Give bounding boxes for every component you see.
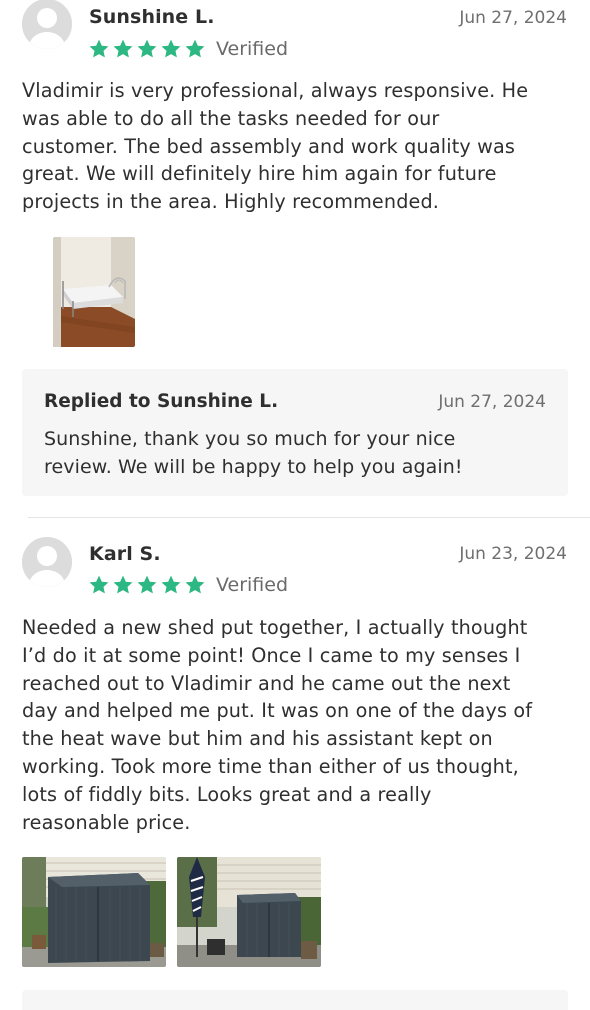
star-icon — [113, 39, 133, 58]
review-text-line: I’d do it at some point! Once I came to … — [22, 643, 521, 667]
review-text-line: great. We will definitely hire him again… — [22, 162, 497, 186]
review-text: Needed a new shed put together, I actual… — [22, 614, 582, 836]
review-text-line: Vladimir is very professional, always re… — [22, 79, 529, 102]
reply-title: Replied to Sunshine L. — [44, 391, 279, 412]
verified-badge: Verified — [216, 38, 289, 60]
review-text-line: reasonable price. — [22, 810, 191, 834]
star-icon — [185, 39, 205, 58]
review-text-line: customer. The bed assembly and work qual… — [22, 134, 516, 158]
star-icon — [89, 575, 109, 594]
review-text-line: day and helped me put. It was on one of … — [22, 699, 533, 723]
reviewer-name: Karl S. — [89, 543, 161, 565]
reply-text: Sunshine, thank you so much for your nic… — [44, 426, 544, 481]
user-avatar-icon[interactable] — [22, 537, 72, 587]
star-icon — [113, 575, 133, 594]
star-icon — [137, 39, 157, 58]
reply-text-line: review. We will be happy to help you aga… — [44, 455, 463, 478]
star-icon — [137, 575, 157, 594]
review-date: Jun 27, 2024 — [459, 8, 567, 28]
review-text-line: Needed a new shed put together, I actual… — [22, 616, 528, 639]
verified-badge: Verified — [216, 574, 289, 596]
owner-reply — [22, 990, 568, 1010]
review-text-line: the heat wave but him and his assistant … — [22, 727, 493, 751]
review-text-line: lots of fiddly bits. Looks great and a r… — [22, 782, 432, 806]
star-icon — [161, 39, 181, 58]
star-icon — [89, 39, 109, 58]
review-text-line: was able to do all the tasks needed for … — [22, 106, 440, 130]
review-text-line: working. Took more time than either of u… — [22, 754, 519, 778]
owner-reply: Replied to Sunshine L. Jun 27, 2024 Suns… — [22, 369, 568, 496]
user-avatar-icon[interactable] — [22, 0, 72, 49]
reply-date: Jun 27, 2024 — [438, 392, 546, 412]
star-rating: Verified — [88, 38, 288, 60]
star-rating: Verified — [88, 574, 288, 596]
review-divider — [28, 517, 590, 518]
reviewer-name: Sunshine L. — [89, 6, 215, 28]
review-photo-shed[interactable] — [22, 857, 166, 967]
review-card: Karl S. Jun 23, 2024 Verified Needed a n… — [0, 536, 590, 1004]
star-icon — [161, 575, 181, 594]
review-text-line: projects in the area. Highly recommended… — [22, 190, 440, 214]
review-text: Vladimir is very professional, always re… — [22, 77, 582, 216]
review-date: Jun 23, 2024 — [459, 544, 567, 564]
review-card: Sunshine L. Jun 27, 2024 Verified Vladim… — [0, 0, 590, 515]
star-icon — [185, 575, 205, 594]
review-photo-shed[interactable] — [177, 857, 321, 967]
review-photo-bed[interactable] — [53, 237, 135, 347]
review-text-line: reached out to Vladimir and he came out … — [22, 671, 511, 695]
reply-text-line: Sunshine, thank you so much for your nic… — [44, 428, 456, 450]
